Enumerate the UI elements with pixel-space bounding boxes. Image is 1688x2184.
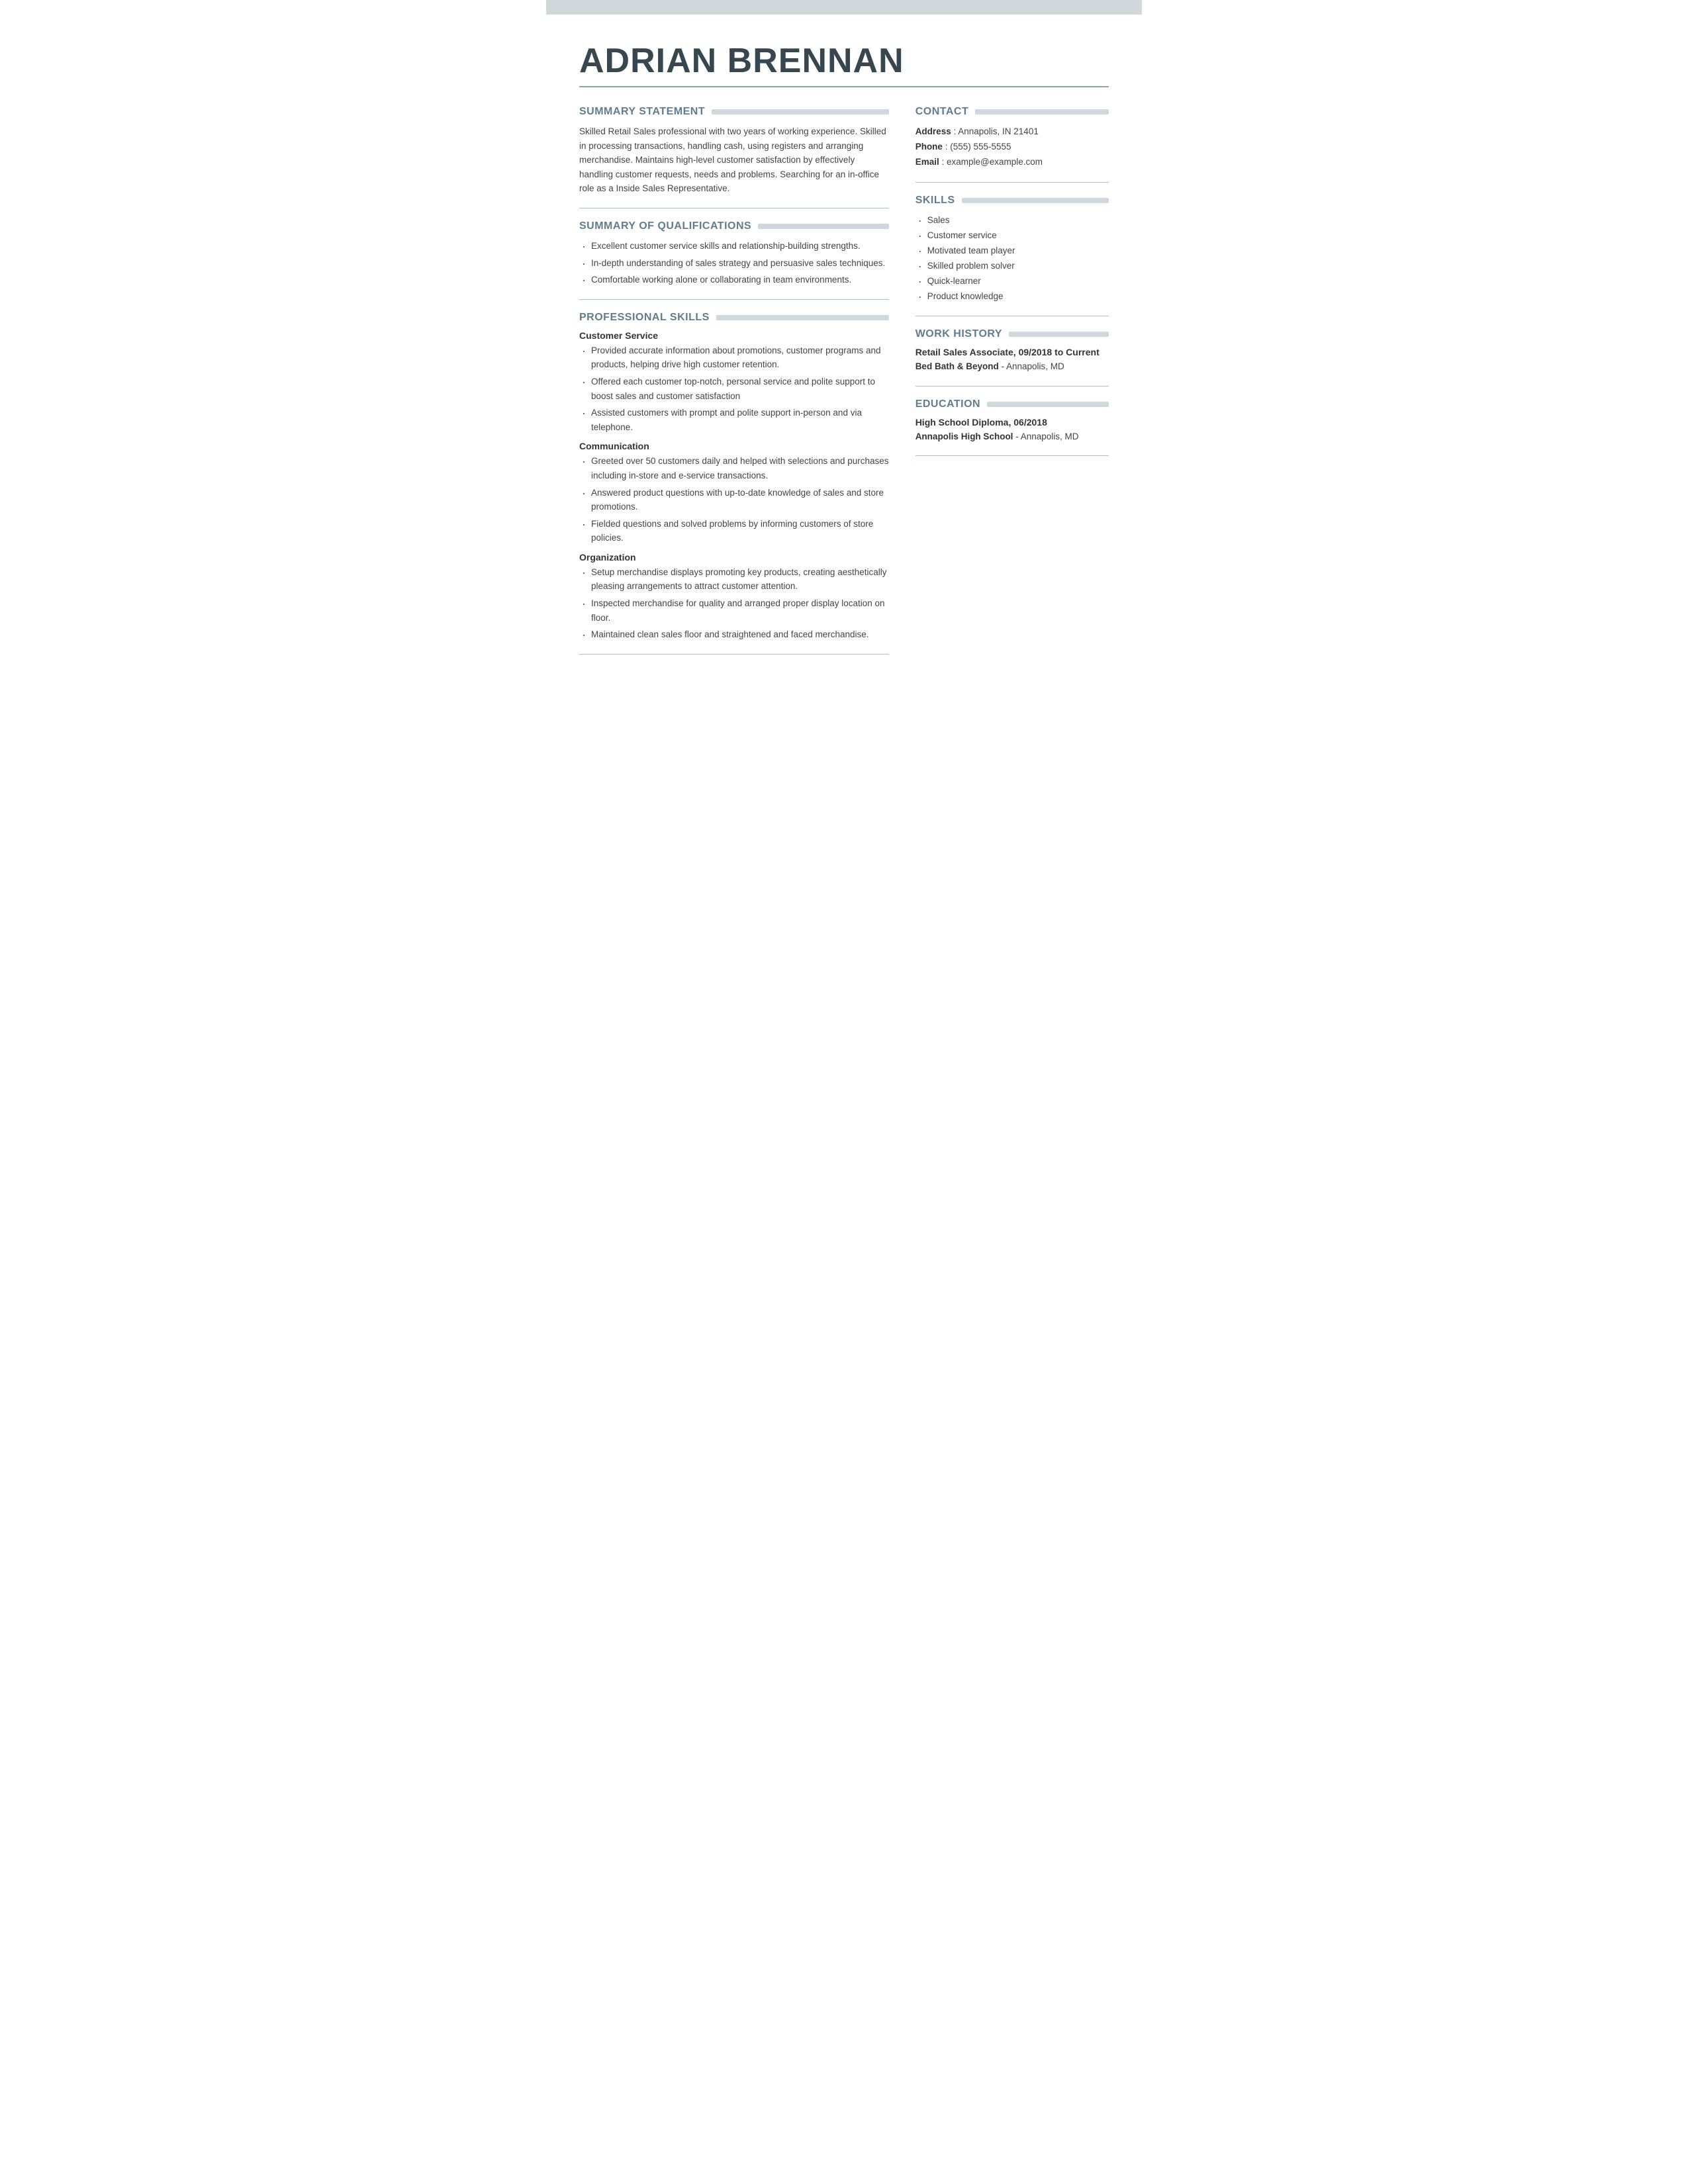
phone-label: Phone	[915, 142, 943, 152]
email-value: example@example.com	[947, 157, 1043, 167]
organization-list: Setup merchandise displays promoting key…	[579, 565, 889, 642]
company-location-text: Annapolis, MD	[1006, 361, 1064, 371]
work-history-line	[1009, 332, 1109, 337]
summary-qualifications-list: Excellent customer service skills and re…	[579, 239, 889, 287]
summary-qualifications-section: SUMMARY OF QUALIFICATIONS Excellent cust…	[579, 220, 889, 287]
list-item: Provided accurate information about prom…	[579, 343, 889, 372]
contact-phone: Phone : (555) 555-5555	[915, 140, 1109, 155]
contact-email: Email : example@example.com	[915, 155, 1109, 170]
address-value: Annapolis, IN 21401	[958, 126, 1039, 136]
list-item: Greeted over 50 customers daily and help…	[579, 454, 889, 482]
organization-label: Organization	[579, 552, 889, 563]
top-bar	[546, 0, 1142, 15]
divider-2	[579, 299, 889, 300]
contact-address: Address : Annapolis, IN 21401	[915, 124, 1109, 140]
work-history-header: WORK HISTORY	[915, 328, 1109, 340]
summary-qualifications-line	[758, 224, 888, 229]
skill-item: Product knowledge	[915, 289, 1109, 304]
divider-7	[915, 455, 1109, 456]
communication-label: Communication	[579, 441, 889, 451]
skill-item: Quick-learner	[915, 274, 1109, 289]
company-name: Bed Bath & Beyond - Annapolis, MD	[915, 360, 1109, 373]
work-history-title: WORK HISTORY	[915, 328, 1002, 340]
contact-header: CONTACT	[915, 106, 1109, 118]
professional-skills-header: PROFESSIONAL SKILLS	[579, 312, 889, 324]
list-item: Setup merchandise displays promoting key…	[579, 565, 889, 594]
school-bold: Annapolis High School	[915, 432, 1013, 441]
skill-item: Customer service	[915, 228, 1109, 244]
divider-6	[915, 386, 1109, 387]
skill-item: Motivated team player	[915, 244, 1109, 259]
summary-statement-title: SUMMARY STATEMENT	[579, 106, 705, 118]
summary-qualifications-header: SUMMARY OF QUALIFICATIONS	[579, 220, 889, 232]
skills-list: Sales Customer service Motivated team pl…	[915, 213, 1109, 304]
summary-statement-line	[712, 109, 889, 114]
communication-list: Greeted over 50 customers daily and help…	[579, 454, 889, 545]
name-divider	[579, 86, 1109, 87]
school-location-dash: -	[1015, 432, 1021, 441]
contact-section: CONTACT Address : Annapolis, IN 21401 Ph…	[915, 106, 1109, 170]
work-history-section: WORK HISTORY Retail Sales Associate, 09/…	[915, 328, 1109, 373]
customer-service-list: Provided accurate information about prom…	[579, 343, 889, 435]
phone-value: (555) 555-5555	[950, 142, 1011, 152]
school-name: Annapolis High School - Annapolis, MD	[915, 430, 1109, 443]
list-item: Offered each customer top-notch, persona…	[579, 375, 889, 403]
school-location-text: Annapolis, MD	[1021, 432, 1079, 441]
resume-container: ADRIAN BRENNAN SUMMARY STATEMENT Skilled…	[546, 15, 1142, 693]
email-label: Email	[915, 157, 939, 167]
job-title: Retail Sales Associate, 09/2018 to Curre…	[915, 347, 1109, 357]
customer-service-category: Customer Service Provided accurate infor…	[579, 330, 889, 435]
list-item: In-depth understanding of sales strategy…	[579, 256, 889, 271]
education-header: EDUCATION	[915, 398, 1109, 410]
skills-title: SKILLS	[915, 195, 955, 206]
summary-statement-text: Skilled Retail Sales professional with t…	[579, 124, 889, 196]
education-title: EDUCATION	[915, 398, 980, 410]
list-item: Assisted customers with prompt and polit…	[579, 406, 889, 434]
job-entry: Retail Sales Associate, 09/2018 to Curre…	[915, 347, 1109, 373]
list-item: Fielded questions and solved problems by…	[579, 517, 889, 545]
contact-title: CONTACT	[915, 106, 969, 118]
professional-skills-title: PROFESSIONAL SKILLS	[579, 312, 710, 324]
list-item: Maintained clean sales floor and straigh…	[579, 627, 889, 642]
education-line	[987, 402, 1109, 407]
degree-title: High School Diploma, 06/2018	[915, 417, 1109, 428]
company-location: -	[1001, 361, 1006, 371]
divider-3	[579, 654, 889, 655]
right-column: CONTACT Address : Annapolis, IN 21401 Ph…	[915, 106, 1109, 666]
divider-4	[915, 182, 1109, 183]
organization-category: Organization Setup merchandise displays …	[579, 552, 889, 642]
left-column: SUMMARY STATEMENT Skilled Retail Sales p…	[579, 106, 889, 666]
address-label: Address	[915, 126, 951, 136]
skills-section: SKILLS Sales Customer service Motivated …	[915, 195, 1109, 304]
skills-header: SKILLS	[915, 195, 1109, 206]
customer-service-label: Customer Service	[579, 330, 889, 341]
company-bold: Bed Bath & Beyond	[915, 361, 999, 371]
main-layout: SUMMARY STATEMENT Skilled Retail Sales p…	[579, 106, 1109, 666]
candidate-name: ADRIAN BRENNAN	[579, 41, 1109, 81]
name-section: ADRIAN BRENNAN	[579, 34, 1109, 106]
list-item: Excellent customer service skills and re…	[579, 239, 889, 253]
list-item: Answered product questions with up-to-da…	[579, 486, 889, 514]
summary-statement-section: SUMMARY STATEMENT Skilled Retail Sales p…	[579, 106, 889, 196]
skills-line	[962, 198, 1109, 203]
education-section: EDUCATION High School Diploma, 06/2018 A…	[915, 398, 1109, 443]
contact-line	[975, 109, 1109, 114]
communication-category: Communication Greeted over 50 customers …	[579, 441, 889, 545]
list-item: Inspected merchandise for quality and ar…	[579, 596, 889, 625]
skill-item: Skilled problem solver	[915, 259, 1109, 274]
education-entry: High School Diploma, 06/2018 Annapolis H…	[915, 417, 1109, 443]
professional-skills-line	[716, 315, 889, 320]
list-item: Comfortable working alone or collaborati…	[579, 273, 889, 287]
summary-qualifications-title: SUMMARY OF QUALIFICATIONS	[579, 220, 751, 232]
professional-skills-section: PROFESSIONAL SKILLS Customer Service Pro…	[579, 312, 889, 642]
email-colon: :	[941, 157, 947, 167]
summary-statement-header: SUMMARY STATEMENT	[579, 106, 889, 118]
skill-item: Sales	[915, 213, 1109, 228]
